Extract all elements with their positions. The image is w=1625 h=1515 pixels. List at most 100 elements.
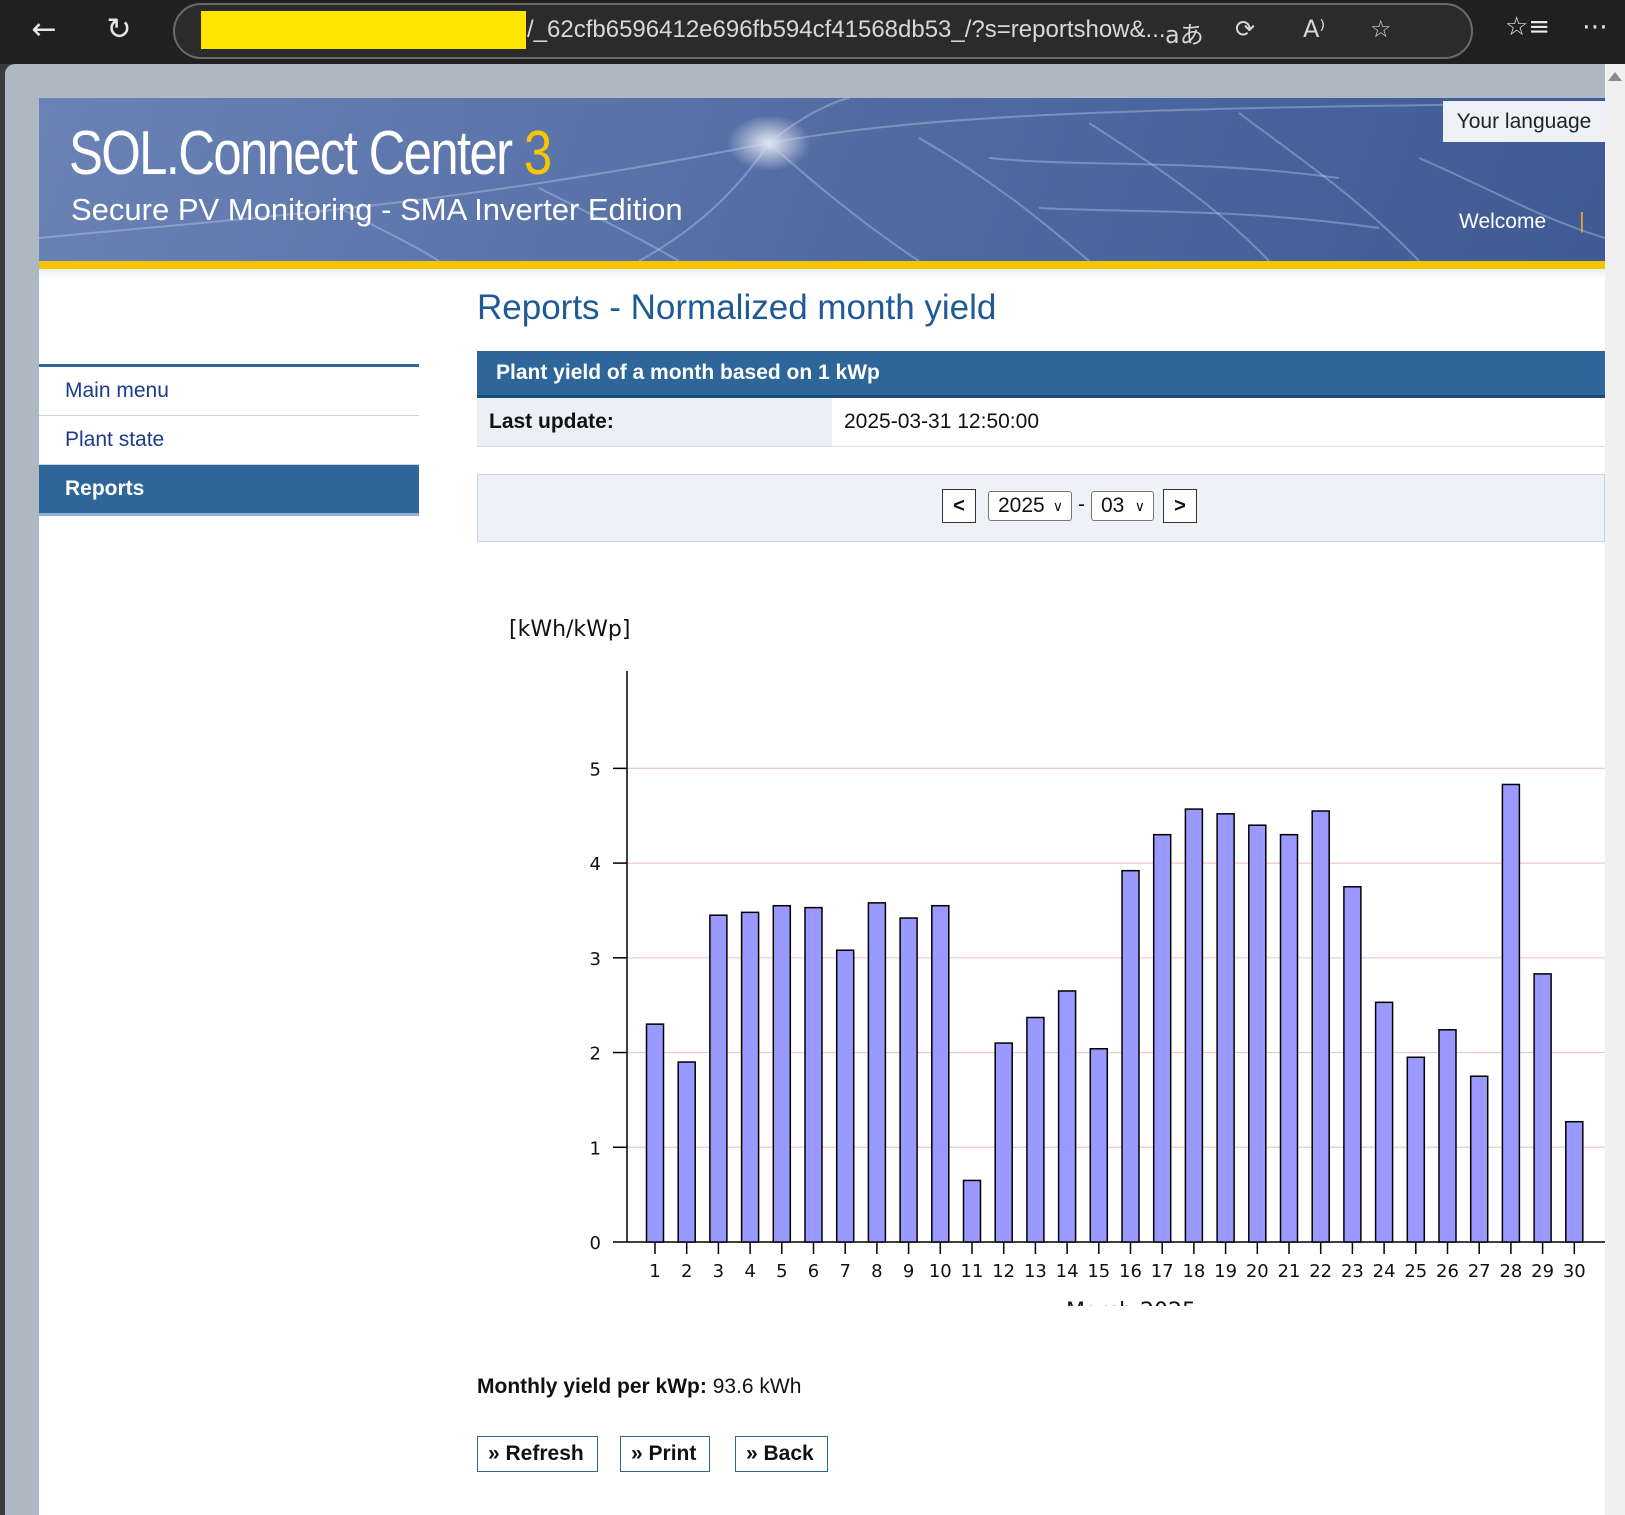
y-tick-label: 4 [590,854,601,875]
x-tick-label: 7 [839,1261,850,1282]
month-value: 03 [1101,494,1125,517]
bar [899,917,918,1243]
brand-logo: SOL.Connect Center 3 [69,118,552,189]
sidebar-item-main-menu[interactable]: Main menu [39,364,419,415]
y-tick-label: 5 [590,759,601,780]
y-tick-label: 3 [590,949,601,970]
year-value: 2025 [998,494,1045,517]
scrollbar[interactable] [1605,64,1625,1515]
bar [931,904,950,1243]
chevron-down-icon: ∨ [1052,498,1063,514]
y-tick-label: 1 [590,1138,601,1159]
redacted-url-segment [201,11,526,49]
bar [1311,810,1330,1243]
x-tick-label: 3 [713,1261,724,1282]
bar [1501,783,1521,1243]
x-tick-label: 6 [808,1261,819,1282]
bar [1565,1120,1584,1243]
previous-month-button[interactable]: < [942,489,976,523]
chevron-down-icon: ∨ [1134,498,1145,514]
bar [1374,1001,1394,1243]
x-tick-label: 19 [1214,1261,1237,1282]
bar [1343,886,1362,1243]
bar [677,1061,696,1243]
edge-icon[interactable]: ⟳ [1235,15,1255,43]
x-tick-label: 12 [992,1261,1015,1282]
table-heading: Plant yield of a month based on 1 kWp [477,351,1605,398]
monthly-summary: Monthly yield per kWp: 93.6 kWh [477,1375,801,1399]
url-text: /_62cfb6596412e696fb594cf41568db53_/?s=r… [527,16,1166,43]
bar [1533,973,1552,1243]
bar [1026,1016,1045,1243]
brand-number: 3 [523,119,552,188]
favorites-list-icon[interactable]: ☆≡ [1505,12,1550,42]
scroll-up-icon[interactable] [1608,72,1622,81]
month-select[interactable]: 03 ∨ [1091,491,1154,521]
back-icon[interactable]: ← [22,8,66,52]
favorite-icon[interactable]: ☆ [1370,15,1392,43]
summary-value: 93.6 kWh [712,1375,802,1398]
site-header: SOL.Connect Center 3 Secure PV Monitorin… [39,98,1605,261]
bar [1469,1075,1489,1243]
site-subtitle: Secure PV Monitoring - SMA Inverter Edit… [71,192,683,227]
x-tick-label: 4 [744,1261,755,1282]
table-row: Last update: 2025-03-31 12:50:00 [477,398,1605,447]
language-button[interactable]: Your language [1443,101,1605,142]
address-bar[interactable]: /_62cfb6596412e696fb594cf41568db53_/?s=r… [173,3,1473,59]
yield-chart: 0 1 2 3 4 5 [kWh/kWp] 1 2 3 4 5 6 7 8 9 10 11 12 13 14 15 16 17… [477,606,1605,1324]
y-tick-label: 2 [590,1044,601,1065]
browser-toolbar: ← ↻ /_62cfb6596412e696fb594cf41568db53_/… [0,0,1625,64]
x-tick-label: 22 [1309,1261,1332,1282]
bar [1089,1048,1109,1243]
more-icon[interactable]: ⋯ [1582,12,1608,42]
x-tick-label: 20 [1246,1261,1269,1282]
x-tick-label: 15 [1087,1261,1110,1282]
last-update-value: 2025-03-31 12:50:00 [844,410,1039,433]
x-tick-label: 14 [1056,1261,1079,1282]
x-tick-label: 5 [776,1261,787,1282]
x-tick-label: 2 [681,1261,692,1282]
browser-viewport: SOL.Connect Center 3 Secure PV Monitorin… [5,64,1605,1515]
print-button[interactable]: » Print [620,1436,711,1472]
bar [1279,833,1299,1243]
y-tick-label: 0 [590,1233,601,1254]
bar [994,1042,1013,1243]
x-tick-label: 1 [649,1261,660,1282]
bar [1406,1056,1426,1243]
bar [867,902,887,1243]
welcome-text: Welcome [1459,210,1547,233]
x-tick-label: 11 [961,1261,984,1282]
bar [740,911,760,1243]
bar [1152,833,1172,1243]
read-aloud-icon[interactable]: A⁾ [1303,15,1325,43]
bar [835,949,855,1243]
summary-label: Monthly yield per kWp: [477,1375,707,1398]
year-select[interactable]: 2025 ∨ [988,491,1072,521]
bar [1216,813,1235,1243]
sidebar-item-reports[interactable]: Reports [39,464,419,516]
refresh-icon[interactable]: ↻ [97,8,141,52]
x-tick-label: 26 [1436,1261,1459,1282]
x-tick-label: 9 [903,1261,914,1282]
info-table: Plant yield of a month based on 1 kWp La… [477,351,1605,447]
x-tick-label: 25 [1404,1261,1427,1282]
sidebar-item-plant-state[interactable]: Plant state [39,415,419,464]
bar [772,904,792,1243]
bar [709,914,728,1243]
bar [645,1023,665,1243]
translate-icon[interactable]: aあ [1165,15,1204,50]
y-axis-label: [kWh/kWp] [509,617,630,642]
x-tick-label: 10 [929,1261,952,1282]
back-button[interactable]: » Back [735,1436,828,1472]
bar [1248,824,1267,1243]
x-tick-label: 21 [1278,1261,1301,1282]
bar [1057,990,1077,1243]
refresh-button[interactable]: » Refresh [477,1436,598,1472]
x-tick-label: 13 [1024,1261,1047,1282]
next-month-button[interactable]: > [1163,489,1197,523]
header-shadow [39,269,1605,279]
x-tick-label: 18 [1182,1261,1205,1282]
date-selector-panel: < 2025 ∨ - 03 ∨ > [477,474,1605,542]
last-update-label: Last update: [477,398,832,446]
x-tick-label: 27 [1468,1261,1491,1282]
